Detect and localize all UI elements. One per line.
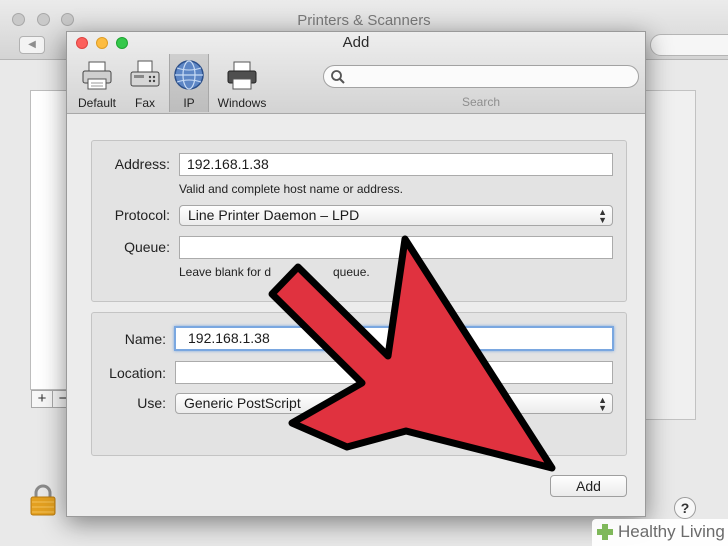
add-printer-button[interactable]: + <box>31 390 53 408</box>
select-arrows-icon: ▲ ▼ <box>598 207 607 225</box>
dialog-title: Add <box>342 34 370 51</box>
location-label: Location: <box>109 365 166 381</box>
toolbar-ip[interactable]: IP <box>169 54 209 112</box>
back-button[interactable]: ◀ <box>19 36 45 54</box>
name-field[interactable]: 192.168.1.38 <box>174 326 614 351</box>
protocol-select-value: Line Printer Daemon – LPD <box>188 207 360 223</box>
queue-hint-tail: queue. <box>333 265 370 279</box>
healthy-living-logo-icon <box>597 524 613 540</box>
search-input[interactable] <box>323 65 639 88</box>
printer-icon <box>82 61 112 90</box>
toolbar-windows[interactable]: Windows <box>213 58 271 112</box>
toolbar-ip-label: IP <box>183 96 195 110</box>
fax-icon <box>130 60 160 87</box>
windows-printer-icon <box>227 61 257 90</box>
use-select[interactable]: Generic PostScript ▲ ▼ <box>175 393 613 414</box>
address-field[interactable]: 192.168.1.38 <box>179 153 613 176</box>
toolbar-default[interactable]: Default <box>73 58 121 112</box>
location-field[interactable] <box>175 361 613 384</box>
globe-icon <box>174 60 204 90</box>
use-label: Use: <box>137 395 166 411</box>
help-button[interactable]: ? <box>674 497 696 519</box>
printer-details-pane <box>640 90 696 420</box>
add-printer-dialog: Add Default Fax IP Windows Search Addres… <box>66 31 646 517</box>
queue-hint: Leave blank for d <box>179 265 272 279</box>
toolbar-default-label: Default <box>77 96 117 110</box>
search-icon <box>331 70 345 84</box>
toolbar-windows-label: Windows <box>217 96 267 110</box>
lock-icon[interactable] <box>30 484 56 516</box>
toolbar-fax[interactable]: Fax <box>125 58 165 112</box>
protocol-select[interactable]: Line Printer Daemon – LPD ▲ ▼ <box>179 205 613 226</box>
watermark-text: Healthy Living <box>618 522 725 541</box>
add-toolbar: Add Default Fax IP Windows Search <box>67 32 645 114</box>
protocol-label: Protocol: <box>114 207 170 223</box>
select-arrows-icon: ▲ ▼ <box>598 395 607 413</box>
queue-label: Queue: <box>124 239 170 255</box>
address-hint: Valid and complete host name or address. <box>179 182 403 196</box>
printer-info-panel: Name: 192.168.1.38 Location: Use: Generi… <box>91 312 627 456</box>
address-label: Address: <box>114 156 170 172</box>
name-label: Name: <box>124 331 166 347</box>
connection-panel: Address: 192.168.1.38 Valid and complete… <box>91 140 627 302</box>
healthy-living-watermark: Healthy Living <box>592 519 728 546</box>
toolbar-fax-label: Fax <box>134 96 155 110</box>
window-title: Printers & Scanners <box>297 12 431 29</box>
queue-field[interactable] <box>179 236 613 259</box>
search-label: Search <box>461 95 501 109</box>
use-select-value: Generic PostScript <box>184 395 301 411</box>
preferences-search-field[interactable] <box>650 34 728 56</box>
add-button[interactable]: Add <box>550 475 627 497</box>
